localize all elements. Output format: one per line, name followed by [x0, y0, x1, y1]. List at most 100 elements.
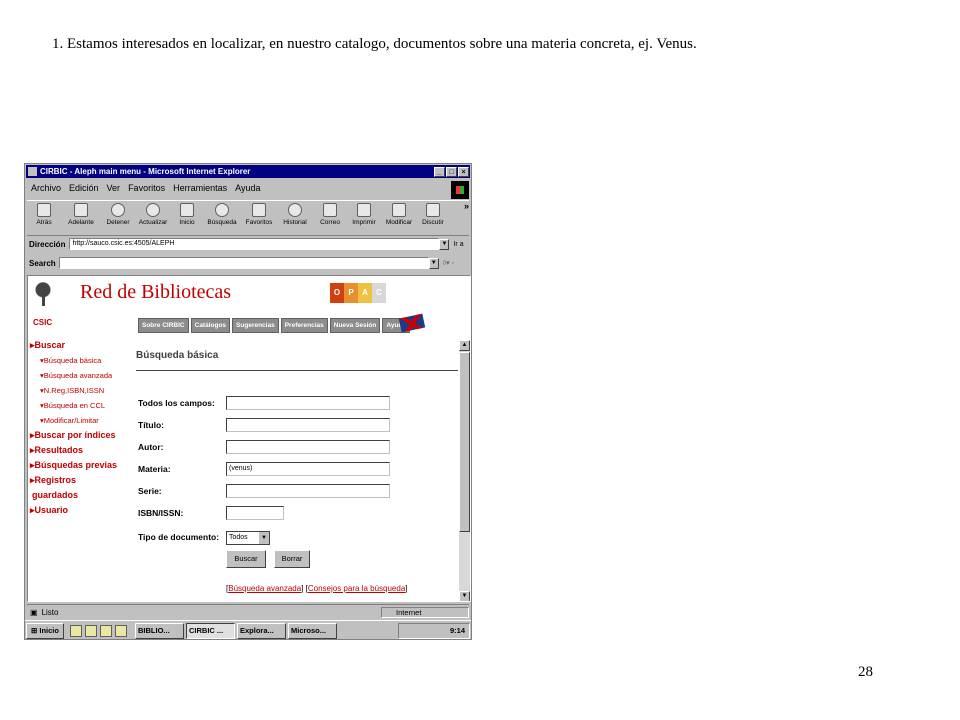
- search-dropdown-button[interactable]: ▼: [428, 257, 439, 269]
- toolbar-more-button[interactable]: »: [464, 201, 469, 211]
- ie-window-icon: [28, 167, 37, 176]
- page-status-icon: ▣: [30, 607, 38, 617]
- sidenav-item[interactable]: Búsqueda básica: [30, 353, 134, 368]
- menu-herramientas[interactable]: Herramientas: [173, 183, 227, 193]
- toolbar-back-arrow-button[interactable]: Atrás: [27, 201, 61, 226]
- nav-tab-nueva-sesi-n[interactable]: Nueva Sesión: [329, 318, 381, 333]
- history-icon: [288, 203, 302, 217]
- sidenav-item[interactable]: Búsqueda en CCL: [30, 398, 134, 413]
- title-bar[interactable]: CIRBIC - Aleph main menu - Microsoft Int…: [26, 165, 470, 178]
- toolbar-edit-button[interactable]: Modificar: [381, 201, 417, 226]
- opac-letter: A: [358, 283, 372, 303]
- search-icon: [215, 203, 229, 217]
- field-input-5[interactable]: [226, 506, 284, 520]
- toolbar-favorites-button[interactable]: Favoritos: [241, 201, 277, 226]
- quick-launch-ie-icon[interactable]: [84, 625, 97, 637]
- menu-archivo[interactable]: Archivo: [31, 183, 61, 193]
- taskbar-task[interactable]: Microso...: [287, 623, 337, 639]
- toolbar-label: Adelante: [68, 219, 94, 226]
- toolbar-refresh-button[interactable]: Actualizar: [135, 201, 171, 226]
- field-input-0[interactable]: [226, 396, 390, 410]
- menu-bar: Archivo Edición Ver Favoritos Herramient…: [27, 181, 469, 195]
- sidenav-item[interactable]: Buscar: [30, 338, 134, 353]
- top-navigation: Sobre CIRBIC Catálogos Sugerencias Preferen…: [138, 318, 411, 333]
- toolbar-discuss-button[interactable]: Discutir: [417, 201, 449, 226]
- clock: 9:14: [449, 626, 465, 635]
- csic-tree-logo-icon: [32, 282, 54, 308]
- start-button[interactable]: ⊞ Inicio: [26, 623, 64, 639]
- menu-edicion[interactable]: Edición: [69, 183, 99, 193]
- field-input-4[interactable]: [226, 484, 390, 498]
- toolbar-label: Búsqueda: [207, 219, 237, 226]
- maximize-button[interactable]: □: [446, 166, 457, 177]
- quick-launch-folder-icon[interactable]: [69, 625, 82, 637]
- toolbar-label: Modificar: [385, 219, 413, 226]
- sidenav-item[interactable]: Resultados: [30, 443, 134, 458]
- address-input[interactable]: http://sauco.csic.es:4505/ALEPH: [69, 238, 440, 250]
- sidenav-item[interactable]: Usuario: [30, 503, 134, 518]
- address-dropdown-button[interactable]: ▼: [439, 238, 450, 250]
- nav-tab-sobre-cirbic[interactable]: Sobre CIRBIC: [138, 318, 189, 333]
- toolbar-label: Discutir: [422, 219, 444, 226]
- nav-tab-preferencias[interactable]: Preferencias: [280, 318, 328, 333]
- search-options-icon[interactable]: ◊▾ ◦: [443, 259, 454, 267]
- taskbar-task[interactable]: BIBLIO...: [134, 623, 184, 639]
- quick-launch-desktop-icon[interactable]: [99, 625, 112, 637]
- print-icon: [357, 203, 371, 217]
- web-page: CSIC Red de Bibliotecas OPAC Sobre CIRBI…: [27, 275, 471, 602]
- toolbar-label: Atrás: [36, 219, 52, 226]
- search-input[interactable]: [58, 257, 429, 269]
- menu-ver[interactable]: Ver: [107, 183, 121, 193]
- scroll-up-button[interactable]: ▲: [459, 340, 470, 351]
- toolbar-print-button[interactable]: Imprimir: [347, 201, 381, 226]
- advanced-search-link[interactable]: Búsqueda avanzada: [228, 584, 301, 593]
- search-button[interactable]: Buscar: [226, 550, 266, 568]
- back-arrow-icon: [37, 203, 51, 217]
- search-label: Search: [29, 258, 56, 268]
- sidenav-item[interactable]: Búsqueda avanzada: [30, 368, 134, 383]
- quick-launch-outlook-icon[interactable]: [114, 625, 127, 637]
- sidenav-item[interactable]: guardados: [30, 488, 134, 503]
- uk-flag-icon[interactable]: [398, 313, 426, 333]
- toolbar-stop-button[interactable]: Detener: [101, 201, 135, 226]
- side-navigation: BuscarBúsqueda básicaBúsqueda avanzadaN.…: [30, 338, 134, 518]
- windows-flag-icon: ⊞: [31, 626, 38, 635]
- toolbar-search-button[interactable]: Búsqueda: [203, 201, 241, 226]
- search-tips-link[interactable]: Consejos para la búsqueda: [308, 584, 405, 593]
- toolbar-home-button[interactable]: Inicio: [171, 201, 203, 226]
- menu-favoritos[interactable]: Favoritos: [128, 183, 165, 193]
- scroll-down-button[interactable]: ▼: [459, 591, 470, 601]
- sidenav-item[interactable]: Búsquedas previas: [30, 458, 134, 473]
- taskbar-task[interactable]: Explora...: [236, 623, 286, 639]
- address-bar: Dirección http://sauco.csic.es:4505/ALEP…: [27, 236, 469, 252]
- toolbar-forward-arrow-button[interactable]: Adelante: [61, 201, 101, 226]
- taskbar-task[interactable]: CIRBIC ...: [185, 623, 235, 639]
- field-input-2[interactable]: [226, 440, 390, 454]
- vertical-scrollbar[interactable]: ▲ ▼: [459, 340, 470, 601]
- doc-type-select[interactable]: Todos ▼: [226, 531, 270, 545]
- sidenav-item[interactable]: Modificar/Limitar: [30, 413, 134, 428]
- mail-icon: [323, 203, 337, 217]
- sidenav-item[interactable]: N.Reg,ISBN,ISSN: [30, 383, 134, 398]
- go-button[interactable]: Ir a: [453, 241, 463, 248]
- sidenav-item[interactable]: Registros: [30, 473, 134, 488]
- edit-icon: [392, 203, 406, 217]
- scroll-thumb[interactable]: [459, 352, 470, 532]
- minimize-button[interactable]: _: [434, 166, 445, 177]
- field-input-3[interactable]: (venus): [226, 462, 390, 476]
- toolbar-label: Imprimir: [352, 219, 376, 226]
- nav-tab-cat-logos[interactable]: Catálogos: [190, 318, 231, 333]
- clear-button[interactable]: Borrar: [274, 550, 310, 568]
- csic-logo-text: CSIC: [33, 318, 53, 327]
- close-button[interactable]: ×: [458, 166, 469, 177]
- menu-ayuda[interactable]: Ayuda: [235, 183, 260, 193]
- sidenav-item[interactable]: Buscar por índices: [30, 428, 134, 443]
- nav-tab-sugerencias[interactable]: Sugerencias: [232, 318, 279, 333]
- chevron-down-icon[interactable]: ▼: [259, 532, 269, 544]
- field-input-1[interactable]: [226, 418, 390, 432]
- toolbar-label: Correo: [320, 219, 340, 226]
- doc-type-value: Todos: [229, 534, 248, 541]
- toolbar-mail-button[interactable]: Correo: [313, 201, 347, 226]
- toolbar-history-button[interactable]: Historial: [277, 201, 313, 226]
- toolbar-label: Actualizar: [138, 219, 168, 226]
